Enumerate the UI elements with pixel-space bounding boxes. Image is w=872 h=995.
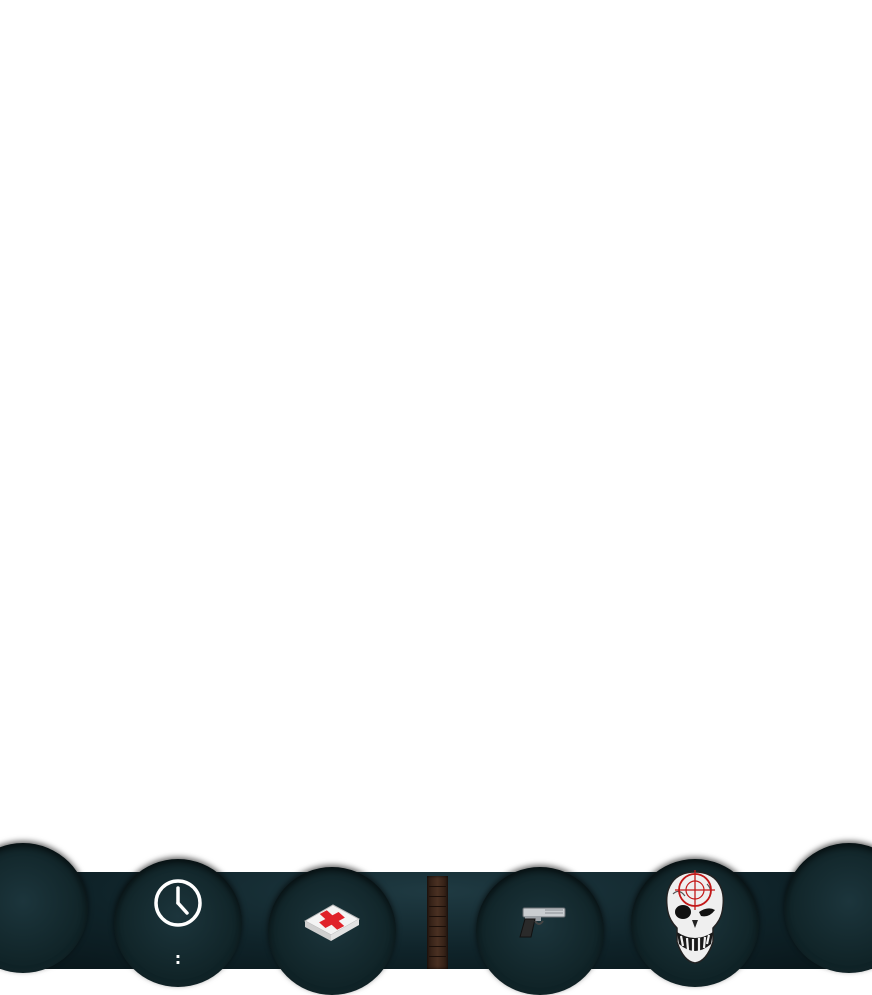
- ammo-bar: [427, 876, 448, 969]
- zombie-skull-crosshair-icon[interactable]: [659, 868, 731, 966]
- timer-value: :: [174, 949, 182, 968]
- game-playfield[interactable]: [0, 0, 872, 872]
- pistol-icon[interactable]: [515, 905, 567, 939]
- clock-icon: [152, 877, 204, 929]
- medkit-icon[interactable]: [301, 897, 363, 945]
